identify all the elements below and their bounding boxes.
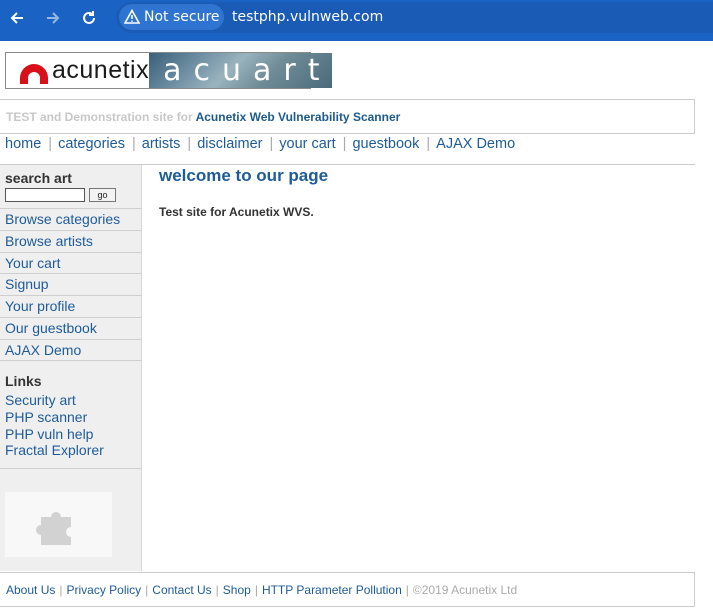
link-php-scanner[interactable]: PHP scanner [5,409,104,426]
nav-guestbook[interactable]: guestbook [352,136,419,152]
back-button[interactable] [3,4,31,32]
warning-icon [124,9,140,24]
nav-separator: | [426,136,431,152]
reload-icon [83,11,95,24]
acunetix-mark-icon [20,63,48,84]
sidebar-item-your-profile[interactable]: Your profile [0,295,141,317]
link-php-vuln-help[interactable]: PHP vuln help [5,426,104,443]
sidebar-divider [0,468,141,469]
footer-separator: | [145,583,149,597]
browser-toolbar: Not secure testphp.vulnweb.com [0,0,713,41]
top-navigation: home | categories | artists | disclaimer | your … [5,136,515,152]
security-label: Not secure [144,9,220,25]
nav-separator: | [48,136,53,152]
footer-contact-us[interactable]: Contact Us [152,583,211,597]
nav-categories[interactable]: categories [58,136,125,152]
sidebar-item-our-guestbook[interactable]: Our guestbook [0,316,141,339]
nav-separator: | [131,136,136,152]
footer-separator: | [405,583,409,597]
footer: About Us | Privacy Policy | Contact Us | Shop |… [0,572,695,607]
sidebar: search art go Browse categories Browse a… [0,164,142,571]
tagline-prefix: TEST and Demonstration site for [6,110,193,124]
sidebar-item-browse-categories[interactable]: Browse categories [0,208,141,230]
security-indicator[interactable]: Not secure [119,4,224,30]
page-text: Test site for Acunetix WVS. [159,205,314,219]
links-title: Links [5,373,42,389]
acuart-logo: acuart [149,53,332,88]
nav-disclaimer[interactable]: disclaimer [197,136,262,152]
forward-button[interactable] [39,4,67,32]
plugin-placeholder[interactable] [5,492,112,557]
acunetix-logo-text: acunetix [52,56,150,84]
links-list: Security art PHP scanner PHP vuln help F… [5,392,104,459]
sidebar-item-signup[interactable]: Signup [0,273,141,295]
nav-artists[interactable]: artists [142,136,181,152]
search-input[interactable] [5,188,85,202]
arrow-left-icon [10,12,23,24]
nav-separator: | [342,136,347,152]
nav-ajax-demo[interactable]: AJAX Demo [436,136,515,152]
sidebar-item-ajax-demo[interactable]: AJAX Demo [0,338,141,361]
puzzle-icon [35,511,71,545]
page-title: welcome to our page [159,166,329,185]
sidebar-menu: Browse categories Browse artists Your ca… [0,208,141,361]
tagline: TEST and Demonstration site for Acunetix… [0,99,695,134]
footer-http-parameter-pollution[interactable]: HTTP Parameter Pollution [262,583,402,597]
link-security-art[interactable]: Security art [5,392,104,409]
content-divider [142,164,695,165]
url-text[interactable]: testphp.vulnweb.com [232,9,383,25]
footer-separator: | [215,583,219,597]
acuart-logo-text: acuart [163,53,332,88]
footer-about-us[interactable]: About Us [6,583,55,597]
search-go-button[interactable]: go [89,188,116,202]
acunetix-logo: acunetix [6,53,150,88]
search-title: search art [5,170,72,186]
reload-button[interactable] [75,4,103,32]
link-fractal-explorer[interactable]: Fractal Explorer [5,442,104,459]
nav-separator: | [187,136,192,152]
sidebar-item-your-cart[interactable]: Your cart [0,251,141,274]
footer-shop[interactable]: Shop [223,583,251,597]
footer-separator: | [254,583,258,597]
footer-copyright: ©2019 Acunetix Ltd [412,583,518,597]
arrow-right-icon [47,12,60,24]
footer-privacy-policy[interactable]: Privacy Policy [66,583,141,597]
nav-home[interactable]: home [5,136,41,152]
site-logo[interactable]: acunetix acuart [5,52,332,89]
sidebar-item-browse-artists[interactable]: Browse artists [0,229,141,252]
nav-separator: | [269,136,274,152]
footer-separator: | [59,583,63,597]
nav-your-cart[interactable]: your cart [279,136,335,152]
tagline-link[interactable]: Acunetix Web Vulnerability Scanner [196,110,401,124]
